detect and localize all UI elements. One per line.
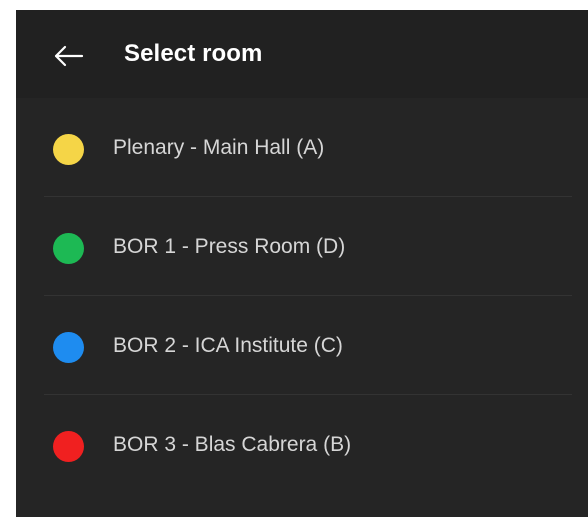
- room-color-dot: [53, 332, 84, 363]
- room-label: BOR 3 - Blas Cabrera (B): [113, 433, 352, 456]
- room-item-bor-3[interactable]: BOR 3 - Blas Cabrera (B): [16, 395, 588, 494]
- back-button[interactable]: [52, 44, 84, 68]
- room-color-dot: [53, 134, 84, 165]
- arrow-left-icon: [54, 45, 84, 67]
- room-color-dot: [53, 233, 84, 264]
- room-list: Plenary - Main Hall (A) BOR 1 - Press Ro…: [16, 98, 588, 494]
- room-item-bor-2[interactable]: BOR 2 - ICA Institute (C): [16, 296, 588, 395]
- page-title: Select room: [124, 40, 263, 67]
- room-item-plenary[interactable]: Plenary - Main Hall (A): [16, 98, 588, 197]
- select-room-screen: Select room Plenary - Main Hall (A) BOR …: [16, 10, 588, 517]
- app-header: Select room: [16, 10, 588, 98]
- room-label: Plenary - Main Hall (A): [113, 136, 325, 159]
- room-item-bor-1[interactable]: BOR 1 - Press Room (D): [16, 197, 588, 296]
- room-label: BOR 1 - Press Room (D): [113, 235, 346, 258]
- room-color-dot: [53, 431, 84, 462]
- room-label: BOR 2 - ICA Institute (C): [113, 334, 343, 357]
